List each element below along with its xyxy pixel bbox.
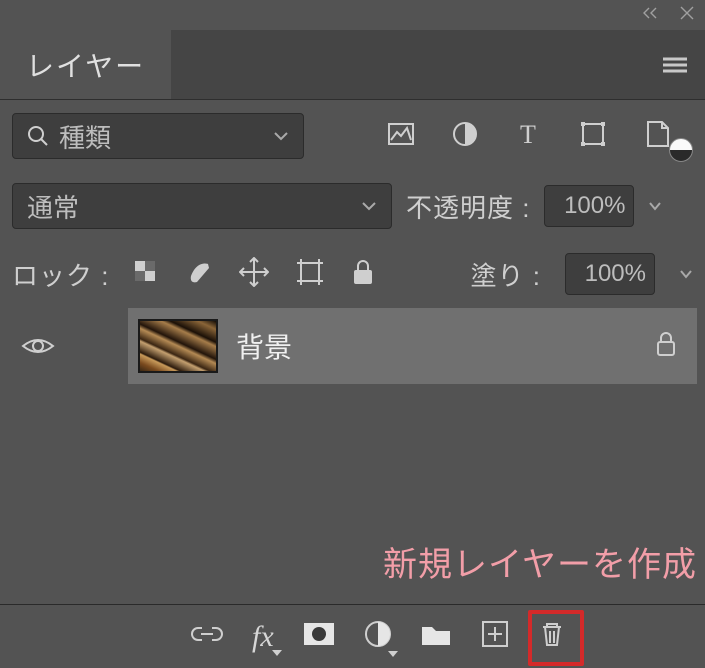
layer-filter-dropdown[interactable]: 種類 [12,113,304,159]
filter-pixel-icon[interactable] [387,122,415,151]
opacity-input[interactable]: 100% [544,185,634,227]
layer-item[interactable]: 背景 [128,308,697,384]
fx-label: fx [252,620,274,653]
blend-row: 通常 不透明度 : 100% [0,172,705,240]
filter-shape-icon[interactable] [579,120,607,153]
chevron-down-icon [361,201,377,211]
opacity-value: 100% [564,192,625,220]
adjustment-layer-icon[interactable] [364,620,392,653]
dropdown-triangle-icon [272,650,282,656]
lock-icon[interactable] [655,331,677,362]
blend-label: 通常 [27,188,79,225]
link-layers-icon[interactable] [190,624,224,649]
lock-transparent-icon[interactable] [133,259,159,290]
layers-list: 背景 [0,308,705,384]
visibility-toggle[interactable] [8,308,68,384]
tab-spacer [171,30,645,99]
layer-row[interactable]: 背景 [8,308,697,384]
panel-titlebar [0,0,705,30]
layer-style-icon[interactable]: fx [252,620,274,654]
fill-label: 塗り : [471,256,541,293]
fill-value: 100% [585,260,646,288]
layer-mask-icon[interactable] [302,621,336,652]
lock-icons [133,257,375,292]
lock-all-icon[interactable] [351,258,375,291]
filter-toggle-switch[interactable] [669,138,693,162]
tab-label: レイヤー [26,45,145,85]
lock-image-icon[interactable] [185,258,213,291]
panel-menu-button[interactable] [645,30,705,99]
chevron-down-icon [273,131,289,141]
bottom-toolbar: fx [0,604,705,668]
blend-mode-dropdown[interactable]: 通常 [12,183,392,229]
delete-layer-icon[interactable] [538,619,566,654]
tab-layers[interactable]: レイヤー [0,30,171,99]
svg-text:T: T [521,121,537,147]
lock-row: ロック : 塗り : 100% [0,240,705,308]
filter-type-icon[interactable]: T [515,121,541,152]
opacity-label: 不透明度 : [406,188,530,225]
fill-input[interactable]: 100% [565,253,655,295]
filter-row: 種類 T [0,100,705,172]
annotation-label: 新規レイヤーを作成 [383,537,697,586]
dropdown-triangle-icon [388,651,398,657]
filter-label: 種類 [59,118,111,155]
group-icon[interactable] [420,621,452,652]
filter-smartobject-icon[interactable] [644,120,670,153]
chevron-down-icon[interactable] [648,201,662,211]
new-layer-icon[interactable] [480,619,510,654]
collapse-icon[interactable] [641,6,661,25]
lock-position-icon[interactable] [239,257,269,292]
layer-name: 背景 [236,326,637,366]
layer-thumbnail[interactable] [138,319,218,373]
chevron-down-icon[interactable] [679,269,693,279]
close-icon[interactable] [679,5,695,26]
search-icon [27,125,49,147]
filter-icon-row: T [318,120,693,153]
filter-adjustment-icon[interactable] [452,121,478,152]
tab-strip: レイヤー [0,30,705,100]
lock-artboard-icon[interactable] [295,257,325,292]
lock-label: ロック : [12,256,109,293]
